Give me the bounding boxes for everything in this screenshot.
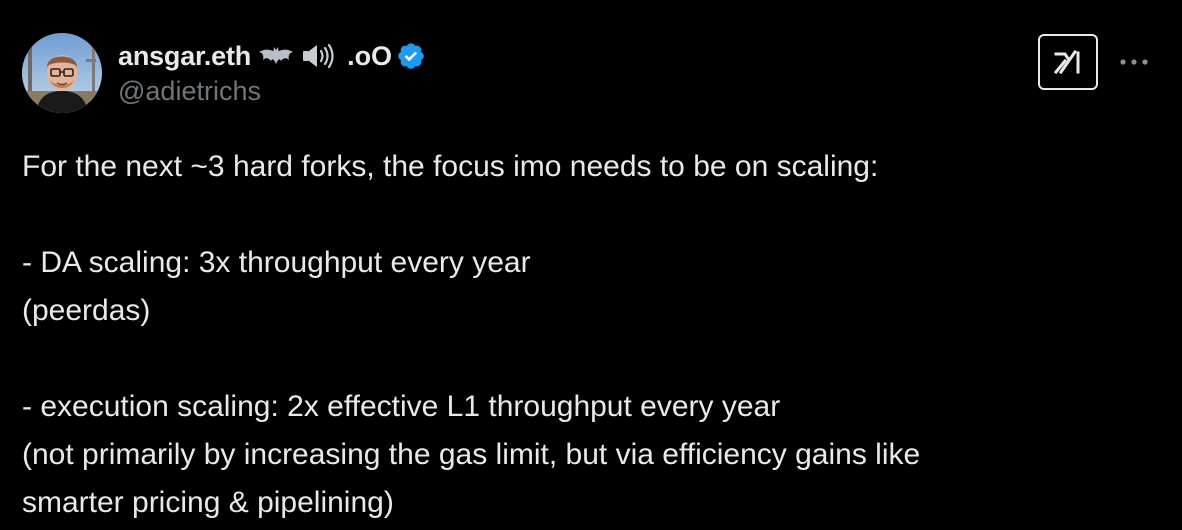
tweet-text: For the next ~3 hard forks, the focus im…	[22, 143, 1162, 527]
avatar[interactable]	[22, 33, 102, 113]
more-options-button[interactable]	[1116, 50, 1152, 74]
grok-icon	[1053, 49, 1080, 75]
avatar-photo	[22, 33, 102, 113]
tweet-line: (not primarily by increasing the gas lim…	[22, 438, 921, 471]
tweet-line: - DA scaling: 3x throughput every year	[22, 246, 531, 279]
name-suffix: .oO	[347, 40, 393, 71]
tweet-header: ansgar.eth .oO @adietrichs	[118, 38, 426, 107]
tweet-line: (peerdas)	[22, 294, 151, 327]
speaker-icon	[301, 42, 335, 70]
grok-button[interactable]	[1038, 34, 1098, 90]
tweet-line: smarter pricing & pipelining)	[22, 486, 394, 519]
verified-badge-icon[interactable]	[396, 41, 426, 71]
tweet-line: - execution scaling: 2x effective L1 thr…	[22, 390, 781, 423]
tweet-line: For the next ~3 hard forks, the focus im…	[22, 150, 879, 183]
more-dots-icon	[1120, 59, 1148, 65]
tweet-card: ansgar.eth .oO @adietrichs For the next …	[0, 0, 1182, 530]
display-name[interactable]: ansgar.eth	[118, 41, 251, 72]
bat-icon	[258, 44, 294, 68]
user-handle[interactable]: @adietrichs	[118, 76, 426, 107]
name-row: ansgar.eth .oO	[118, 38, 426, 74]
